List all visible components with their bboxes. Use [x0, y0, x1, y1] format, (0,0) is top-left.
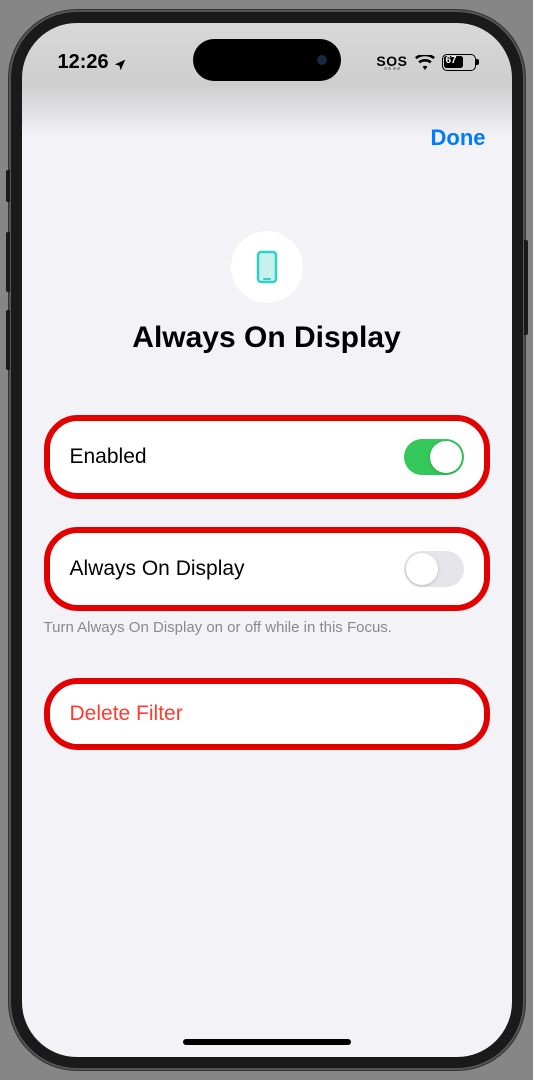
phone-frame: 12:26 SOS 67 Done: [9, 10, 525, 1070]
dynamic-island: [193, 39, 341, 81]
status-time: 12:26: [58, 51, 109, 74]
annotation-highlight: Delete Filter: [44, 678, 490, 750]
battery-icon: 67: [442, 54, 476, 71]
done-button[interactable]: Done: [431, 125, 486, 151]
nav-bar: Done: [22, 125, 512, 161]
page-title: Always On Display: [22, 321, 512, 355]
home-indicator[interactable]: [183, 1039, 351, 1045]
delete-filter-row[interactable]: Delete Filter: [50, 684, 484, 744]
annotation-highlight: Enabled: [44, 415, 490, 499]
aod-label: Always On Display: [70, 557, 245, 581]
header-icon-circle: [231, 231, 303, 303]
annotation-highlight: Always On Display: [44, 527, 490, 611]
sos-indicator: SOS: [376, 55, 407, 70]
wifi-icon: [415, 55, 435, 70]
enabled-toggle[interactable]: [404, 439, 464, 475]
delete-filter-label: Delete Filter: [70, 702, 183, 726]
phone-device-icon: [256, 250, 278, 284]
aod-row[interactable]: Always On Display: [50, 533, 484, 605]
enabled-row[interactable]: Enabled: [50, 421, 484, 493]
footer-text: Turn Always On Display on or off while i…: [22, 619, 512, 636]
enabled-label: Enabled: [70, 445, 147, 469]
location-arrow-icon: [113, 55, 127, 69]
screen: 12:26 SOS 67 Done: [22, 23, 512, 1057]
aod-toggle[interactable]: [404, 551, 464, 587]
